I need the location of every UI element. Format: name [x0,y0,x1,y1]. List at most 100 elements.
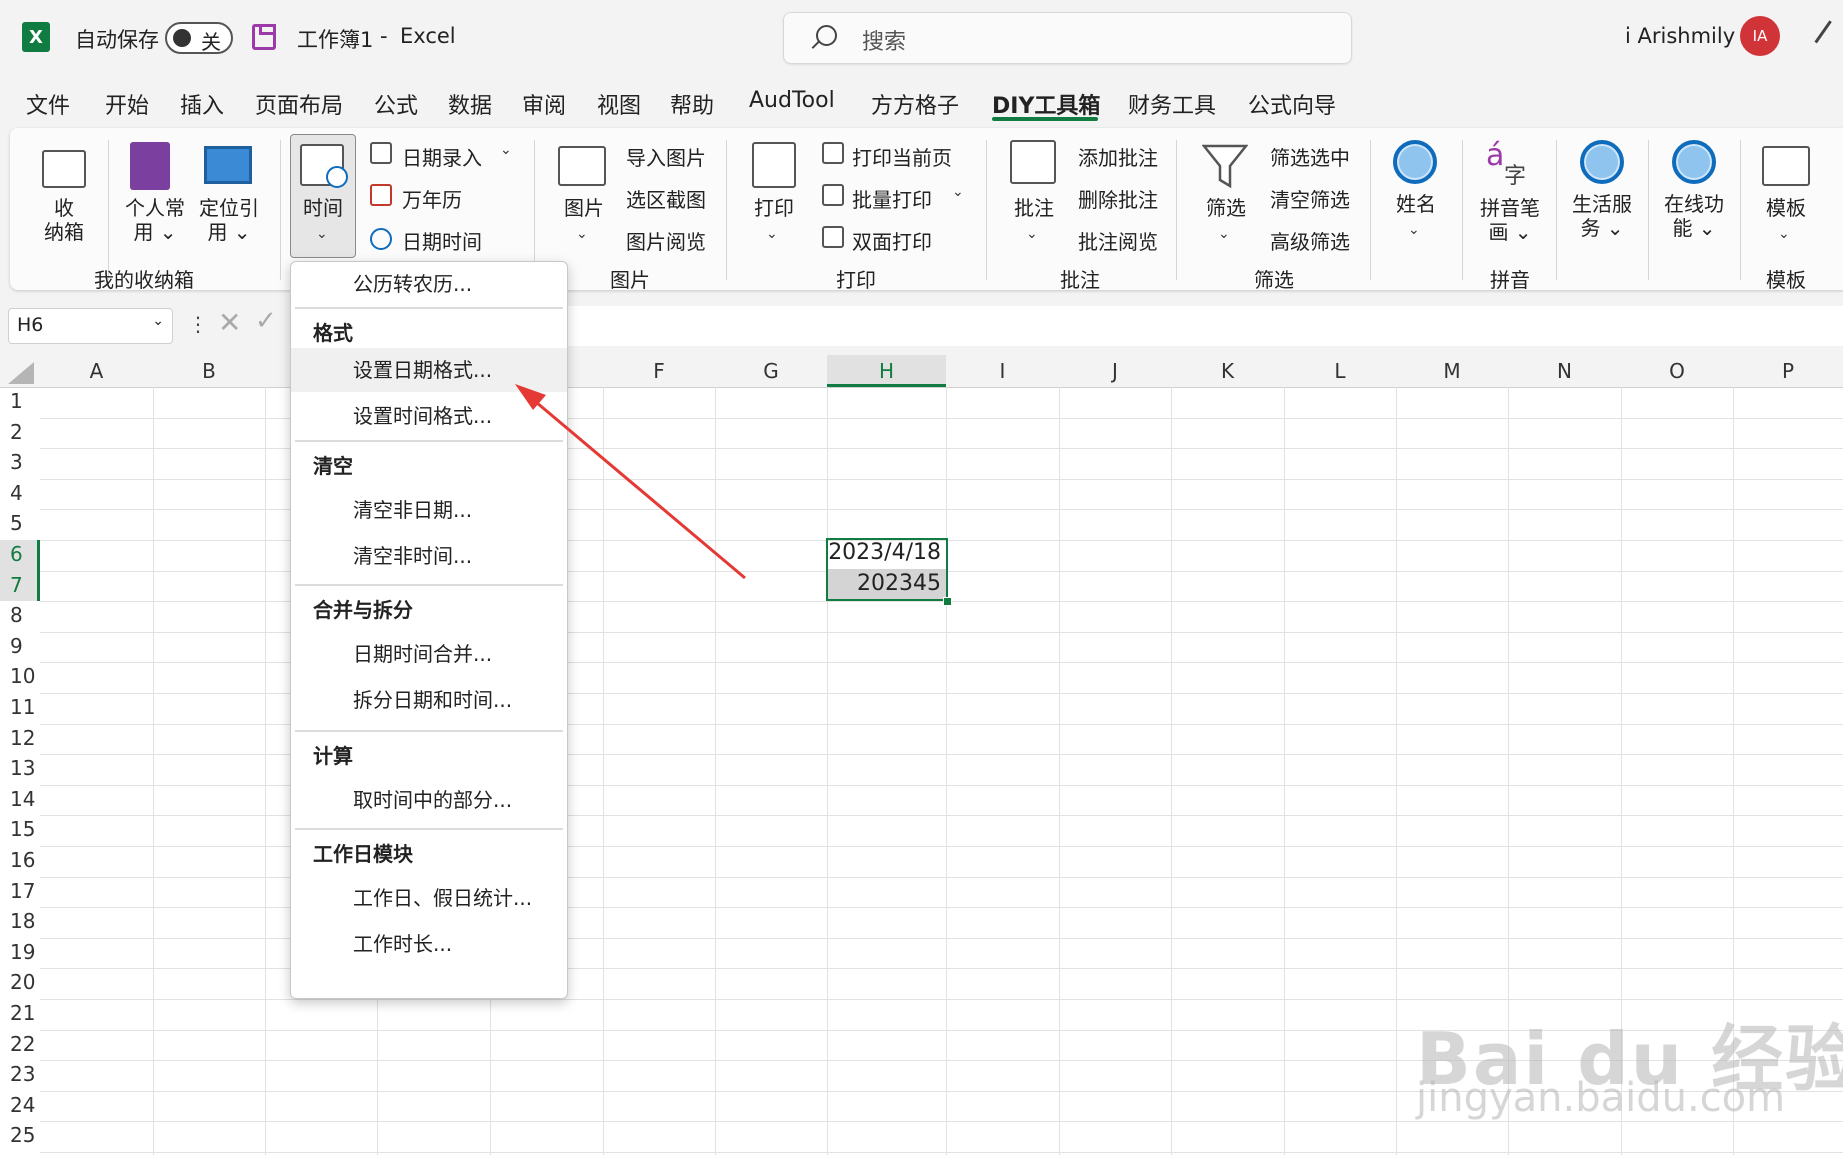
receive-box-button[interactable]: 收 纳箱 [40,196,88,244]
tab-audtool[interactable]: AudTool [749,88,835,113]
row-header-16[interactable]: 16 [0,848,40,879]
row-header-2[interactable]: 2 [0,420,40,451]
life-service-button[interactable]: 生活服 务 ⌄ [1566,192,1638,240]
tab-review[interactable]: 审阅 [522,88,566,120]
tab-finance[interactable]: 财务工具 [1128,88,1216,120]
menu-item-work-duration[interactable]: 工作时长... [291,922,567,966]
row-header-15[interactable]: 15 [0,817,40,848]
print-button[interactable]: 打印 [746,196,802,220]
comment-button[interactable]: 批注 [1006,196,1062,220]
user-name[interactable]: i Arishmily [1625,24,1735,48]
row-header-18[interactable]: 18 [0,909,40,940]
pen-icon[interactable] [1814,20,1843,54]
datetime-button[interactable]: 日期时间 [402,226,482,255]
row-header-6[interactable]: 6 [0,542,40,573]
tab-data[interactable]: 数据 [448,88,492,120]
locate-reference-button[interactable]: 定位引 用 ⌄ [194,196,264,244]
select-all-corner[interactable] [8,362,34,384]
tab-formulas[interactable]: 公式 [374,88,418,120]
menu-item-split-datetime[interactable]: 拆分日期和时间... [291,678,567,722]
import-picture-button[interactable]: 导入图片 [626,142,706,171]
menu-item-time-part[interactable]: 取时间中的部分... [291,778,567,822]
row-header-22[interactable]: 22 [0,1032,40,1063]
filter-selected-button[interactable]: 筛选选中 [1270,142,1350,171]
row-header-20[interactable]: 20 [0,970,40,1001]
column-header-b[interactable]: B [153,359,265,383]
tab-home[interactable]: 开始 [105,88,149,120]
personal-common-button[interactable]: 个人常 用 ⌄ [120,196,190,244]
tab-fangfang[interactable]: 方方格子 [871,88,959,120]
row-header-14[interactable]: 14 [0,787,40,818]
row-header-1[interactable]: 1 [0,389,40,420]
row-header-25[interactable]: 25 [0,1123,40,1154]
autosave-toggle[interactable]: 关 [165,22,233,54]
column-header-n[interactable]: N [1508,359,1621,383]
tab-insert[interactable]: 插入 [180,88,224,120]
menu-item-set-date-format[interactable]: 设置日期格式... [291,348,567,392]
column-header-j[interactable]: J [1059,359,1171,383]
cancel-icon[interactable]: ✕ [218,306,241,339]
name-box[interactable]: H6 ⌄ [8,308,173,344]
row-header-13[interactable]: 13 [0,756,40,787]
more-options-icon[interactable]: ⋮ [188,312,208,336]
row-header-5[interactable]: 5 [0,511,40,542]
row-header-3[interactable]: 3 [0,450,40,481]
chevron-down-icon[interactable]: ⌄ [152,313,164,329]
row-header-23[interactable]: 23 [0,1062,40,1093]
tab-help[interactable]: 帮助 [670,88,714,120]
tab-file[interactable]: 文件 [26,88,70,120]
column-header-k[interactable]: K [1171,359,1284,383]
column-header-p[interactable]: P [1733,359,1843,383]
chevron-down-icon[interactable]: ⌄ [952,184,964,200]
pinyin-stroke-button[interactable]: 拼音笔 画 ⌄ [1472,196,1548,244]
column-header-g[interactable]: G [715,359,827,383]
row-header-17[interactable]: 17 [0,879,40,910]
filter-button[interactable]: 筛选 [1198,196,1254,220]
row-header-4[interactable]: 4 [0,481,40,512]
duplex-print-button[interactable]: 双面打印 [852,226,932,255]
online-function-button[interactable]: 在线功 能 ⌄ [1658,192,1730,240]
template-button[interactable]: 模板 [1758,196,1814,220]
row-header-8[interactable]: 8 [0,603,40,634]
column-header-l[interactable]: L [1284,359,1396,383]
tab-formula-wizard[interactable]: 公式向导 [1248,88,1336,120]
chevron-down-icon[interactable]: ⌄ [500,142,512,158]
row-header-7[interactable]: 7 [0,573,40,604]
menu-item-lunar-convert[interactable]: 公历转农历... [291,262,567,306]
row-header-21[interactable]: 21 [0,1001,40,1032]
column-header-a[interactable]: A [40,359,153,383]
add-comment-button[interactable]: 添加批注 [1078,142,1158,171]
confirm-icon[interactable]: ✓ [255,306,277,336]
row-header-10[interactable]: 10 [0,664,40,695]
menu-item-workday-stats[interactable]: 工作日、假日统计... [291,876,567,920]
search-input[interactable]: 搜索 [783,12,1352,64]
row-header-11[interactable]: 11 [0,695,40,726]
avatar[interactable]: IA [1740,16,1780,56]
clear-filter-button[interactable]: 清空筛选 [1270,184,1350,213]
menu-item-clear-non-date[interactable]: 清空非日期... [291,488,567,532]
delete-comment-button[interactable]: 删除批注 [1078,184,1158,213]
menu-item-set-time-format[interactable]: 设置时间格式... [291,394,567,438]
batch-print-button[interactable]: 批量打印 [852,184,932,213]
print-current-page-button[interactable]: 打印当前页 [852,142,952,171]
region-screenshot-button[interactable]: 选区截图 [626,184,706,213]
perpetual-calendar-button[interactable]: 万年历 [402,184,462,213]
row-header-24[interactable]: 24 [0,1093,40,1124]
tab-page-layout[interactable]: 页面布局 [255,88,343,120]
tab-view[interactable]: 视图 [597,88,641,120]
column-header-h[interactable]: H [827,359,946,383]
fill-handle[interactable] [943,597,952,606]
row-header-19[interactable]: 19 [0,940,40,971]
picture-browse-button[interactable]: 图片阅览 [626,226,706,255]
column-header-o[interactable]: O [1621,359,1733,383]
row-header-9[interactable]: 9 [0,634,40,665]
column-header-f[interactable]: F [603,359,715,383]
save-icon[interactable] [252,24,276,50]
row-header-12[interactable]: 12 [0,726,40,757]
browse-comment-button[interactable]: 批注阅览 [1078,226,1158,255]
picture-button[interactable]: 图片 [556,196,612,220]
name-button[interactable]: 姓名 [1388,192,1444,216]
menu-item-merge-datetime[interactable]: 日期时间合并... [291,632,567,676]
column-header-m[interactable]: M [1396,359,1508,383]
column-header-i[interactable]: I [946,359,1059,383]
